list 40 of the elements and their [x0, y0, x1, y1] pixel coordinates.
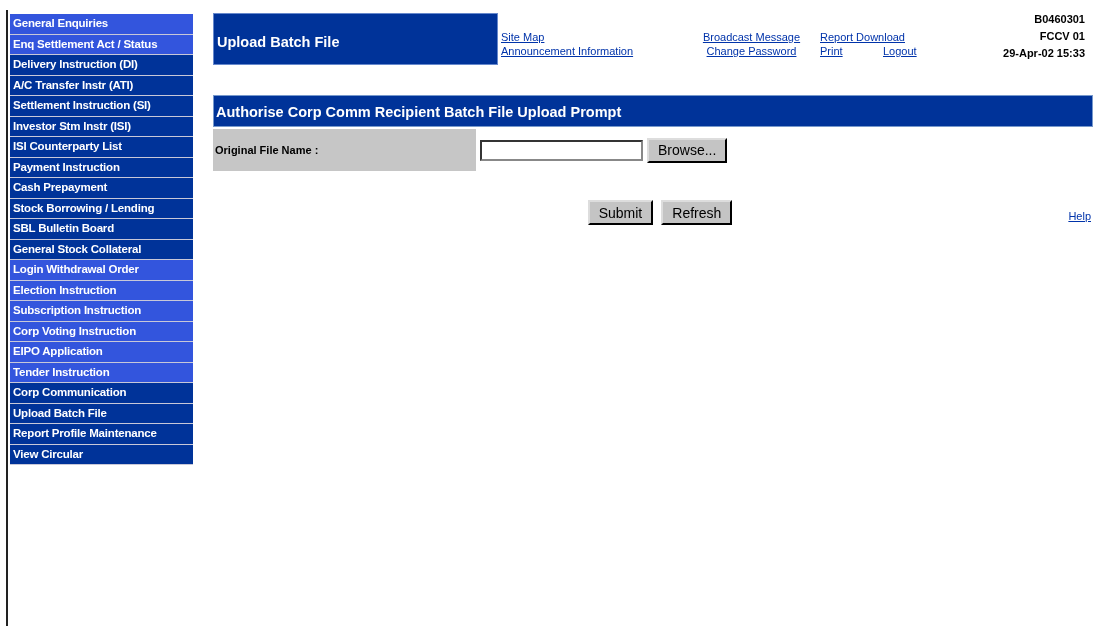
sidebar-item[interactable]: Upload Batch File	[10, 403, 193, 424]
sidebar-item[interactable]: Subscription Instruction	[10, 301, 193, 322]
nav-link[interactable]: Print	[820, 45, 843, 57]
nav-link[interactable]: Report Download	[820, 31, 905, 43]
nav-link[interactable]: Change Password	[706, 45, 797, 57]
nav-link[interactable]: Announcement Information	[501, 45, 634, 57]
action-button[interactable]: Submit	[587, 200, 654, 225]
sidebar-item[interactable]: Corp Communication	[10, 383, 193, 404]
session-info: FCCV 01	[1039, 30, 1085, 42]
sidebar-item[interactable]: Stock Borrowing / Lending	[10, 198, 193, 219]
nav-link[interactable]: Site Map	[501, 31, 545, 43]
nav-link[interactable]: Logout	[883, 45, 917, 57]
sidebar-item[interactable]: General Stock Collateral	[10, 239, 193, 260]
sidebar-item[interactable]: A/C Transfer Instr (ATI)	[10, 75, 193, 96]
session-info: B0460301	[1034, 13, 1085, 25]
nav-link[interactable]: Broadcast Message	[702, 31, 801, 43]
session-info: 29-Apr-02 15:33	[1003, 47, 1085, 59]
sidebar-item[interactable]: Report Profile Maintenance	[10, 424, 193, 445]
sidebar-item[interactable]: General Enquiries	[10, 14, 193, 35]
sidebar-item[interactable]: Login Withdrawal Order	[10, 260, 193, 281]
help-link[interactable]: Help	[1068, 210, 1091, 222]
page-title-banner: Upload Batch File	[213, 13, 498, 65]
sidebar-item[interactable]: EIPO Application	[10, 342, 193, 363]
sidebar-item[interactable]: Delivery Instruction (DI)	[10, 55, 193, 76]
sidebar-item[interactable]: Tender Instruction	[10, 362, 193, 383]
sidebar-item[interactable]: Investor Stm Instr (ISI)	[10, 116, 193, 137]
sidebar-item[interactable]: Election Instruction	[10, 280, 193, 301]
sidebar-item[interactable]: Cash Prepayment	[10, 178, 193, 199]
field-label: Original File Name :	[213, 129, 476, 171]
sidebar-item[interactable]: Enq Settlement Act / Status	[10, 34, 193, 55]
sidebar-item[interactable]: View Circular	[10, 444, 193, 465]
sidebar-item[interactable]: SBL Bulletin Board	[10, 219, 193, 240]
action-button[interactable]: Refresh	[661, 200, 733, 225]
file-name-field[interactable]	[480, 139, 643, 161]
sidebar-item[interactable]: Corp Voting Instruction	[10, 321, 193, 342]
sidebar-item[interactable]: ISI Counterparty List	[10, 137, 193, 158]
sidebar-item[interactable]: Settlement Instruction (SI)	[10, 96, 193, 117]
sidebar-item[interactable]: Payment Instruction	[10, 157, 193, 178]
section-title-bar: Authorise Corp Comm Recipient Batch File Upload Prompt	[213, 95, 1093, 127]
browse-button[interactable]: Browse...	[647, 137, 728, 163]
